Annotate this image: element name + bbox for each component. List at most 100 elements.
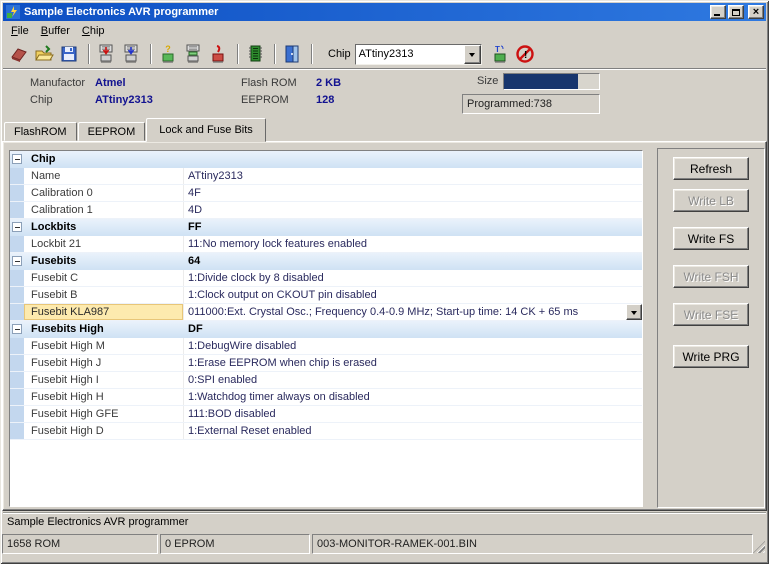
save-button[interactable] xyxy=(58,42,82,66)
toolbar: ? Chip ATtiny2313 T! xyxy=(3,40,766,68)
eeprom-value: 128 xyxy=(316,94,334,106)
table-row[interactable]: Lockbit 2111:No memory lock features ena… xyxy=(10,236,642,253)
chevron-down-icon xyxy=(631,311,637,318)
compare-chip-button[interactable] xyxy=(182,42,206,66)
table-row[interactable]: Fusebit KLA987011000:Ext. Crystal Osc.; … xyxy=(10,304,642,321)
collapse-toggle-icon[interactable] xyxy=(12,222,22,232)
tab-lock-and-fuse-bits[interactable]: Lock and Fuse Bits xyxy=(146,118,266,142)
resize-grip[interactable] xyxy=(753,541,765,553)
group-row[interactable]: Fusebits 64 xyxy=(10,253,642,270)
row-gutter xyxy=(10,270,24,286)
status-panel-3: 003-MONITOR-RAMEK-001.BIN xyxy=(312,534,753,554)
toolbar-separator xyxy=(150,44,152,64)
verify-chip-button[interactable]: ? xyxy=(157,42,181,66)
menu-item-file[interactable]: File xyxy=(5,23,35,39)
chevron-down-icon xyxy=(469,53,475,60)
row-value: 1:External Reset enabled xyxy=(184,423,642,439)
status-panel-1: 1658 ROM xyxy=(2,534,158,554)
test-chip-button[interactable]: T xyxy=(489,42,513,66)
row-dropdown-button[interactable] xyxy=(626,304,642,320)
chip-select-label: Chip xyxy=(328,48,351,60)
table-row[interactable]: Fusebit C1:Divide clock by 8 disabled xyxy=(10,270,642,287)
table-row[interactable]: Calibration 14D xyxy=(10,202,642,219)
close-button[interactable]: × xyxy=(748,5,764,19)
menu-item-chip[interactable]: Chip xyxy=(76,23,111,39)
table-row[interactable]: NameATtiny2313 xyxy=(10,168,642,185)
write-chip-button[interactable] xyxy=(95,42,119,66)
svg-text:T: T xyxy=(495,45,500,54)
close-icon: × xyxy=(753,7,759,17)
tab-flashrom[interactable]: FlashROM xyxy=(4,122,77,141)
row-gutter xyxy=(10,321,24,338)
table-row[interactable]: Fusebit B1:Clock output on CKOUT pin dis… xyxy=(10,287,642,304)
write-lb-button: Write LB xyxy=(673,189,749,212)
row-label: Fusebit High GFE xyxy=(24,406,184,422)
erase-chip-button[interactable] xyxy=(207,42,231,66)
cancel-button[interactable]: ! xyxy=(514,42,538,66)
minimize-icon xyxy=(714,14,720,16)
row-value: 011000:Ext. Crystal Osc.; Frequency 0.4-… xyxy=(184,304,642,320)
row-value: 1:Erase EEPROM when chip is erased xyxy=(184,355,642,371)
row-label: Lockbit 21 xyxy=(24,236,184,252)
save-icon xyxy=(59,44,81,64)
row-value: 1:DebugWire disabled xyxy=(184,338,642,354)
collapse-toggle-icon[interactable] xyxy=(12,324,22,334)
row-gutter xyxy=(10,185,24,201)
chip-combobox-dropdown-button[interactable] xyxy=(464,45,481,64)
row-label: Fusebits xyxy=(24,253,184,270)
chip-combobox[interactable]: ATtiny2313 xyxy=(355,44,482,65)
row-gutter xyxy=(10,406,24,422)
row-value-text: 1:External Reset enabled xyxy=(188,425,312,437)
table-row[interactable]: Fusebit High J1:Erase EEPROM when chip i… xyxy=(10,355,642,372)
open-folder-button[interactable] xyxy=(33,42,57,66)
chip-label: Chip xyxy=(30,94,53,106)
row-label: Fusebit KLA987 xyxy=(24,304,184,320)
table-row[interactable]: Calibration 04F xyxy=(10,185,642,202)
row-gutter xyxy=(10,236,24,252)
manufactor-label: Manufactor xyxy=(30,77,85,89)
table-row[interactable]: Fusebit High D1:External Reset enabled xyxy=(10,423,642,440)
group-row[interactable]: LockbitsFF xyxy=(10,219,642,236)
table-row[interactable]: Fusebit High GFE111:BOD disabled xyxy=(10,406,642,423)
row-value-text: 64 xyxy=(188,255,200,267)
info-panel: Manufactor Atmel Chip ATtiny2313 Flash R… xyxy=(3,68,766,118)
app-icon xyxy=(6,5,20,19)
exit-button[interactable] xyxy=(281,42,305,66)
size-progress-bar xyxy=(503,73,600,90)
write-fs-button[interactable]: Write FS xyxy=(673,227,749,250)
row-value: 1:Watchdog timer always on disabled xyxy=(184,389,642,405)
maximize-button[interactable] xyxy=(728,5,744,19)
collapse-toggle-icon[interactable] xyxy=(12,256,22,266)
erase-chip-icon xyxy=(208,44,230,64)
tab-eeprom[interactable]: EEPROM xyxy=(78,122,146,141)
read-chip-button[interactable] xyxy=(120,42,144,66)
row-gutter xyxy=(10,287,24,303)
toolbar-separator xyxy=(274,44,276,64)
status-message: Sample Electronics AVR programmer xyxy=(7,516,188,528)
row-value-text: 1:Divide clock by 8 disabled xyxy=(188,272,324,284)
refresh-button[interactable]: Refresh xyxy=(673,157,749,180)
row-value: 1:Clock output on CKOUT pin disabled xyxy=(184,287,642,303)
programmed-panel: Programmed:738 xyxy=(462,94,600,114)
table-row[interactable]: Fusebit High H1:Watchdog timer always on… xyxy=(10,389,642,406)
row-gutter xyxy=(10,423,24,439)
group-row[interactable]: Chip xyxy=(10,151,642,168)
minimize-button[interactable] xyxy=(710,5,726,19)
maximize-icon xyxy=(732,9,740,16)
row-gutter xyxy=(10,219,24,236)
row-value-text: 4F xyxy=(188,187,201,199)
row-gutter xyxy=(10,338,24,354)
row-value: ATtiny2313 xyxy=(184,168,642,184)
cancel-icon: ! xyxy=(515,44,537,64)
table-row[interactable]: Fusebit High M1:DebugWire disabled xyxy=(10,338,642,355)
eraser-button[interactable] xyxy=(8,42,32,66)
menu-item-buffer[interactable]: Buffer xyxy=(35,23,76,39)
window-title: Sample Electronics AVR programmer xyxy=(24,6,708,18)
table-row[interactable]: Fusebit High I0:SPI enabled xyxy=(10,372,642,389)
size-progress-fill xyxy=(504,74,578,89)
group-row[interactable]: Fusebits HighDF xyxy=(10,321,642,338)
memory-button[interactable] xyxy=(244,42,268,66)
write-prg-button[interactable]: Write PRG xyxy=(673,345,749,368)
message-bar: Sample Electronics AVR programmer xyxy=(3,512,766,531)
collapse-toggle-icon[interactable] xyxy=(12,154,22,164)
